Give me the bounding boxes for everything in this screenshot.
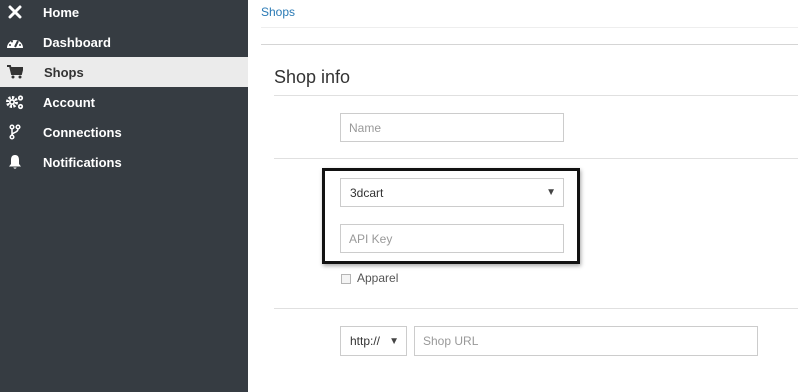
- cart-icon: [5, 57, 25, 87]
- sidebar-item-label: Notifications: [43, 154, 122, 170]
- sidebar-item-dashboard[interactable]: Dashboard: [0, 27, 248, 57]
- name-field[interactable]: [340, 113, 564, 142]
- sidebar-item-label: Connections: [43, 124, 122, 140]
- url-divider: [274, 308, 798, 309]
- sidebar-item-home[interactable]: Home: [0, 0, 248, 27]
- dashboard-icon: [5, 27, 25, 57]
- sidebar-item-label: Home: [43, 4, 80, 20]
- sidebar: Home Dashboard Shops Account Connections: [0, 0, 248, 392]
- apparel-label: Apparel: [357, 271, 399, 285]
- page-title: Shop info: [274, 67, 351, 87]
- title-divider: [274, 95, 798, 96]
- sidebar-item-shops[interactable]: Shops: [0, 57, 248, 87]
- bell-icon: [5, 147, 25, 177]
- gears-icon: [5, 87, 25, 117]
- protocol-select[interactable]: http:// ▼: [340, 326, 407, 356]
- breadcrumb[interactable]: Shops: [261, 5, 295, 19]
- sidebar-item-connections[interactable]: Connections: [0, 117, 248, 147]
- platform-select[interactable]: 3dcart ▼: [340, 178, 564, 207]
- header-divider: [261, 44, 798, 45]
- sidebar-item-label: Account: [43, 94, 95, 110]
- breadcrumb-divider: [261, 27, 798, 28]
- platform-select-value: 3dcart: [350, 185, 384, 200]
- sidebar-item-label: Shops: [44, 64, 84, 80]
- section-divider: [274, 158, 798, 159]
- shop-url-field[interactable]: [414, 326, 758, 356]
- sidebar-item-account[interactable]: Account: [0, 87, 248, 117]
- protocol-select-value: http://: [350, 334, 381, 348]
- connections-icon: [5, 117, 25, 147]
- caret-down-icon: ▼: [389, 335, 399, 347]
- close-icon: [5, 0, 25, 27]
- sidebar-item-notifications[interactable]: Notifications: [0, 147, 248, 177]
- apparel-checkbox[interactable]: [341, 274, 351, 284]
- api-key-field[interactable]: [340, 224, 564, 253]
- sidebar-item-label: Dashboard: [43, 34, 111, 50]
- caret-down-icon: ▼: [546, 187, 556, 198]
